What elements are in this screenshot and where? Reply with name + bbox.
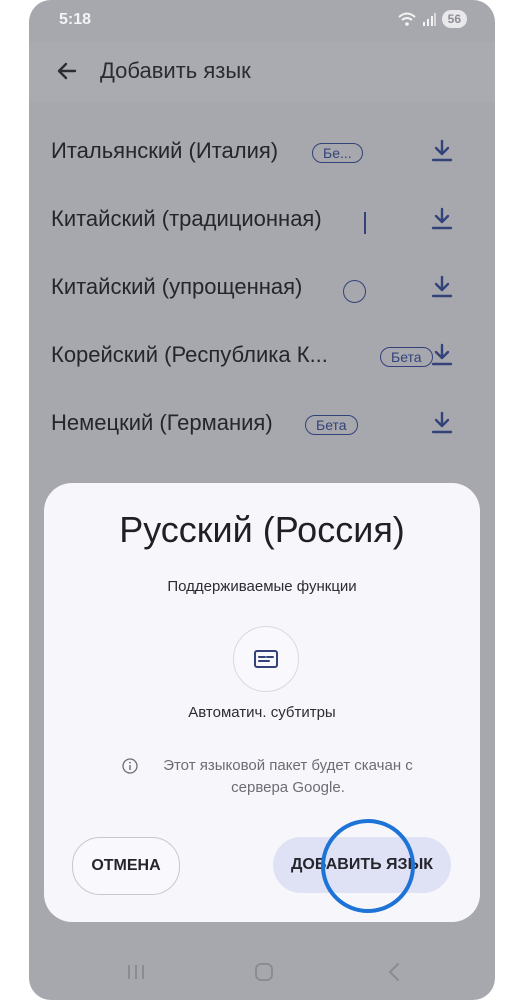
- status-icons: 56: [397, 10, 467, 28]
- language-label: Корейский (Республика К...: [51, 342, 328, 367]
- language-label: Китайский (упрощенная): [51, 274, 303, 299]
- subtitles-icon: [254, 650, 278, 668]
- arrow-left-icon: [57, 62, 77, 80]
- language-label: Итальянский (Италия): [51, 138, 279, 163]
- tap-indicator: [321, 819, 415, 913]
- wifi-icon: [397, 12, 416, 26]
- back-button[interactable]: [51, 55, 83, 87]
- info-text: Этот языковой пакет будет скачан с серве…: [163, 757, 413, 796]
- feature-icon-circle: [233, 626, 299, 692]
- app-bar: Добавить язык: [29, 42, 495, 102]
- add-language-dialog: Русский (Россия) Поддерживаемые функции …: [44, 483, 480, 922]
- list-item[interactable]: Китайский (упрощенная): [29, 252, 495, 320]
- battery-badge: 56: [441, 10, 467, 28]
- beta-badge: Бета: [305, 415, 358, 435]
- language-label: Китайский (традиционная): [51, 206, 322, 231]
- dialog-title: Русский (Россия): [119, 509, 405, 550]
- cancel-button[interactable]: ОТМЕНА: [72, 837, 180, 895]
- language-label: Немецкий (Германия): [51, 410, 273, 435]
- list-item[interactable]: Итальянский (Италия) Бе...: [29, 116, 495, 184]
- navigation-bar: [29, 944, 495, 1000]
- back-nav-button[interactable]: [380, 958, 408, 986]
- loading-indicator: [343, 280, 366, 303]
- loading-indicator: [364, 212, 366, 234]
- signal-icon: [422, 13, 436, 26]
- list-item[interactable]: Немецкий (Германия) Бета: [29, 388, 495, 456]
- list-item[interactable]: Китайский (традиционная): [29, 184, 495, 252]
- list-item[interactable]: Корейский (Республика К... Бета: [29, 320, 495, 388]
- phone-screen: 5:18 56 Добавить язык Итальянский (Итали…: [29, 0, 495, 1000]
- download-icon[interactable]: [429, 410, 455, 436]
- recent-apps-icon: [128, 965, 144, 979]
- chevron-left-icon: [389, 963, 399, 981]
- info-icon: [122, 758, 138, 774]
- feature-label: Автоматич. субтитры: [188, 704, 336, 721]
- download-icon[interactable]: [429, 342, 455, 368]
- status-bar: 5:18 56: [29, 0, 495, 42]
- download-icon[interactable]: [429, 206, 455, 232]
- status-time: 5:18: [59, 11, 92, 28]
- dialog-subtitle: Поддерживаемые функции: [167, 578, 357, 595]
- home-button[interactable]: [250, 958, 278, 986]
- download-icon[interactable]: [429, 138, 455, 164]
- beta-badge: Бета: [380, 347, 433, 367]
- recent-apps-button[interactable]: [122, 958, 150, 986]
- beta-badge: Бе...: [312, 143, 363, 163]
- page-title: Добавить язык: [100, 58, 251, 83]
- home-icon: [255, 963, 273, 981]
- info-row: Этот языковой пакет будет скачан с серве…: [122, 755, 442, 799]
- download-icon[interactable]: [429, 274, 455, 300]
